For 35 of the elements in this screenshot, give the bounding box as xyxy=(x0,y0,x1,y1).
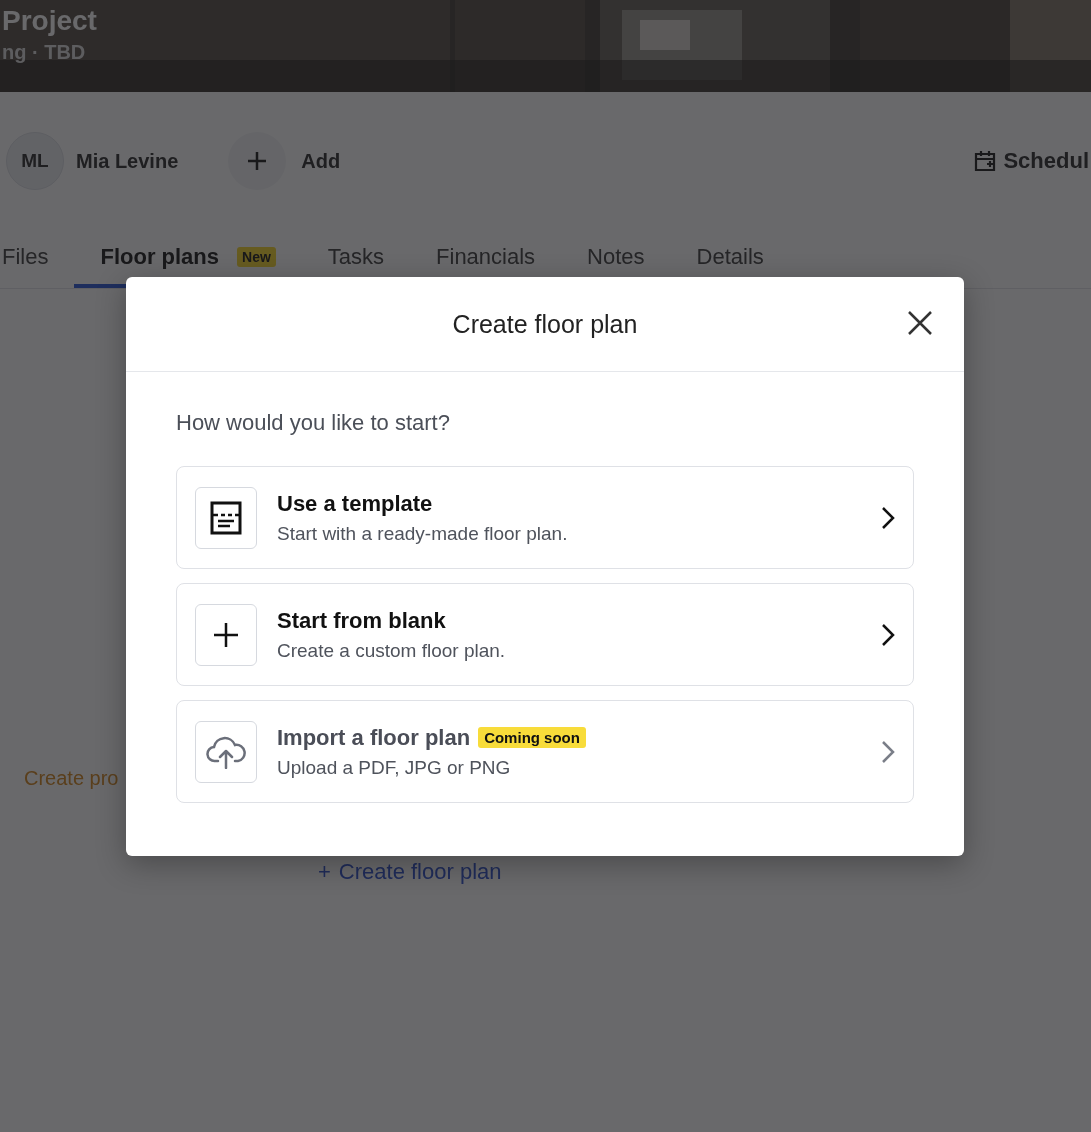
tab[interactable]: Notes xyxy=(561,230,671,288)
dialog-prompt: How would you like to start? xyxy=(176,410,451,436)
option-subtitle: Create a custom floor plan. xyxy=(277,639,507,662)
option-title: Use a template xyxy=(277,490,433,517)
tab[interactable]: Tasks xyxy=(301,230,411,288)
avatar[interactable]: ML xyxy=(6,132,64,190)
chevron-right-icon xyxy=(881,739,895,764)
new-badge: New xyxy=(237,247,276,267)
create-project-link[interactable]: Create pro xyxy=(24,767,119,790)
option-subtitle: Upload a PDF, JPG or PNG xyxy=(277,756,512,779)
schedule-button[interactable]: Schedul xyxy=(973,148,1089,174)
dialog-title: Create floor plan xyxy=(452,309,638,339)
tab[interactable]: Financials xyxy=(410,230,562,288)
plus-text: + xyxy=(318,859,331,885)
add-label: Add xyxy=(301,149,341,173)
option-title: Start from blank xyxy=(277,607,446,634)
link-text: Create floor plan xyxy=(338,859,502,885)
template-icon xyxy=(210,500,242,535)
plus-icon xyxy=(247,151,268,171)
option-title: Import a floor plan xyxy=(277,724,471,751)
chevron-right-icon xyxy=(881,505,895,530)
option-card[interactable]: Use a template Start with a ready-made floor plan. xyxy=(176,466,914,569)
close-icon xyxy=(907,310,933,336)
create-floor-plan-link[interactable]: + Create floor plan xyxy=(318,859,502,885)
calendar-icon xyxy=(973,149,998,173)
tab[interactable]: Details xyxy=(670,230,790,288)
plus-icon xyxy=(212,620,240,649)
chevron-right-icon xyxy=(881,622,895,647)
option-subtitle: Start with a ready-made floor plan. xyxy=(277,522,569,545)
cloud-upload-icon xyxy=(206,734,246,769)
tab[interactable]: Files xyxy=(2,230,75,288)
coming-soon-badge: Coming soon xyxy=(478,727,586,748)
project-title: Project xyxy=(2,5,98,37)
option-card[interactable]: Start from blank Create a custom floor plan. xyxy=(176,583,914,686)
member-name: Mia Levine xyxy=(76,149,179,173)
